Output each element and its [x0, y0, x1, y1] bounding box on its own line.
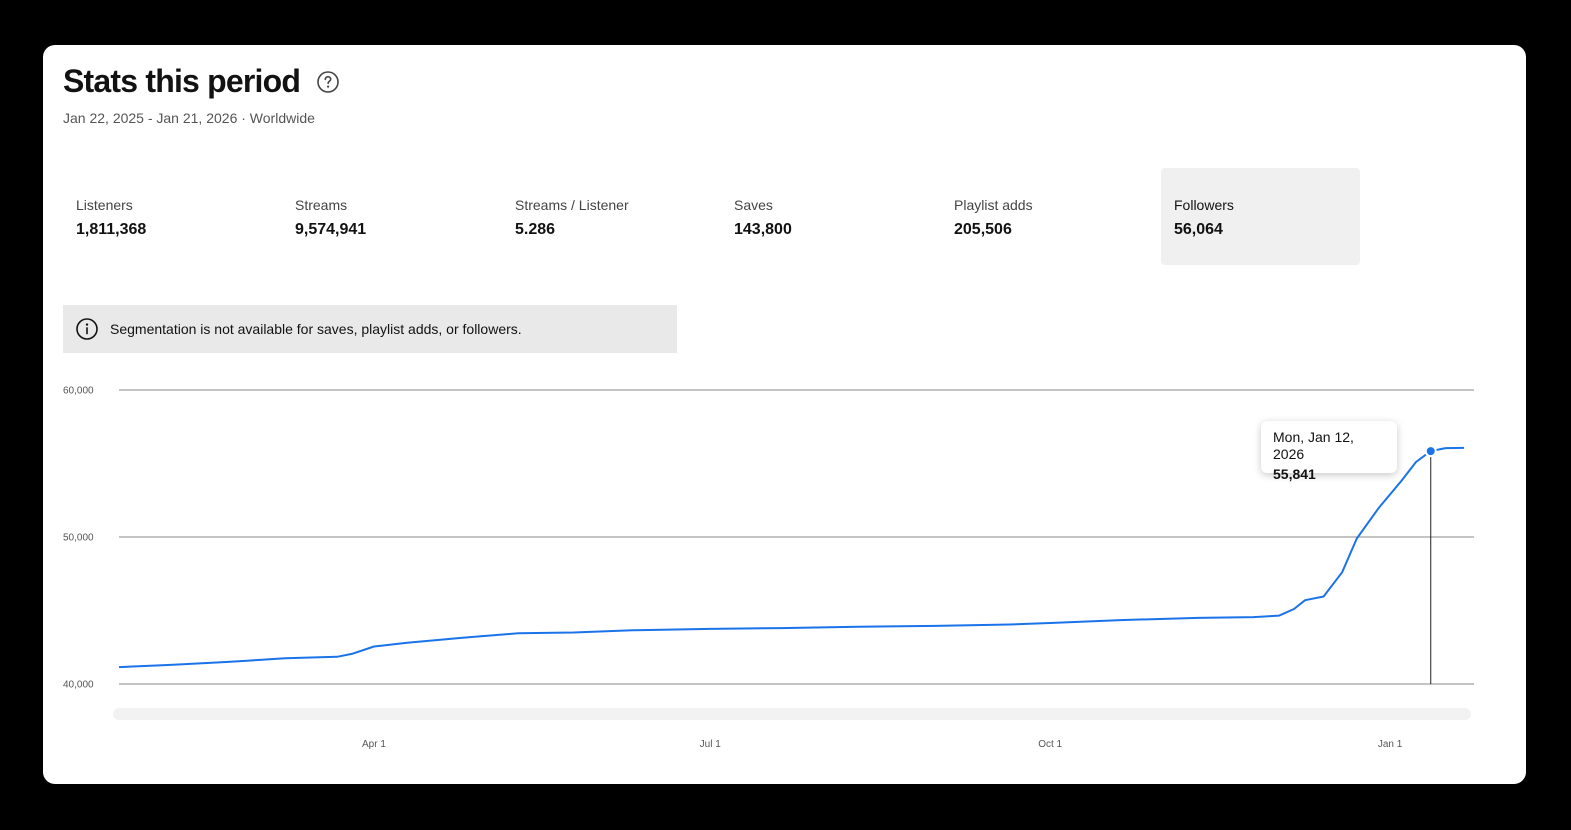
metric-value: 205,506	[954, 221, 1012, 238]
page-title: Stats this period	[63, 63, 301, 99]
help-icon[interactable]	[316, 70, 340, 94]
highlight-point	[1424, 445, 1437, 458]
info-icon	[75, 317, 99, 341]
followers-chart[interactable]: 60,000 50,000 40,000 Apr 1 Jul 1 Oct 1 Jan 1	[43, 45, 1526, 784]
metric-value: 9,574,941	[295, 221, 367, 238]
metric-saves[interactable]: Saves 143,800	[721, 168, 920, 265]
metric-label: Saves	[734, 197, 773, 213]
metric-listeners[interactable]: Listeners 1,811,368	[63, 168, 262, 265]
chart-scrollbar	[113, 708, 1471, 720]
followers-series-line	[118, 446, 1465, 669]
metric-value: 143,800	[734, 221, 792, 238]
metrics-row: Listeners 1,811,368 Streams 9,574,941 St…	[63, 168, 1363, 265]
notice-text: Segmentation is not available for saves,…	[110, 321, 522, 337]
metric-streams-per-listener[interactable]: Streams / Listener 5.286	[502, 168, 701, 265]
metric-label: Listeners	[76, 197, 133, 213]
metric-playlist-adds[interactable]: Playlist adds 205,506	[941, 168, 1140, 265]
segmentation-notice: Segmentation is not available for saves,…	[63, 305, 677, 353]
tooltip-date: Mon, Jan 12, 2026	[1273, 429, 1354, 462]
x-tick-label: Jan 1	[1378, 739, 1403, 750]
x-tick-label: Apr 1	[362, 739, 386, 750]
metric-value: 56,064	[1174, 221, 1223, 238]
y-tick-label: 50,000	[63, 533, 94, 544]
x-tick-label: Oct 1	[1038, 739, 1062, 750]
metric-label: Streams	[295, 197, 348, 213]
metric-followers[interactable]: Followers 56,064	[1161, 168, 1360, 265]
metric-streams[interactable]: Streams 9,574,941	[282, 168, 481, 265]
tooltip-value: 55,841	[1273, 466, 1316, 482]
period-subtitle: Jan 22, 2025 - Jan 21, 2026 · Worldwide	[63, 110, 315, 126]
y-tick-label: 40,000	[63, 680, 94, 691]
metric-label: Followers	[1174, 197, 1234, 213]
metric-value: 5.286	[515, 221, 556, 238]
stats-card: 60,000 50,000 40,000 Apr 1 Jul 1 Oct 1 Jan 1 S…	[43, 45, 1526, 784]
metric-value: 1,811,368	[76, 221, 147, 238]
x-tick-label: Jul 1	[700, 739, 722, 750]
metric-label: Playlist adds	[954, 197, 1033, 213]
title-row: Stats this period	[63, 63, 340, 100]
metric-label: Streams / Listener	[515, 197, 629, 213]
y-tick-label: 60,000	[63, 386, 94, 397]
chart-tooltip: Mon, Jan 12, 2026 55,841	[1261, 421, 1397, 482]
